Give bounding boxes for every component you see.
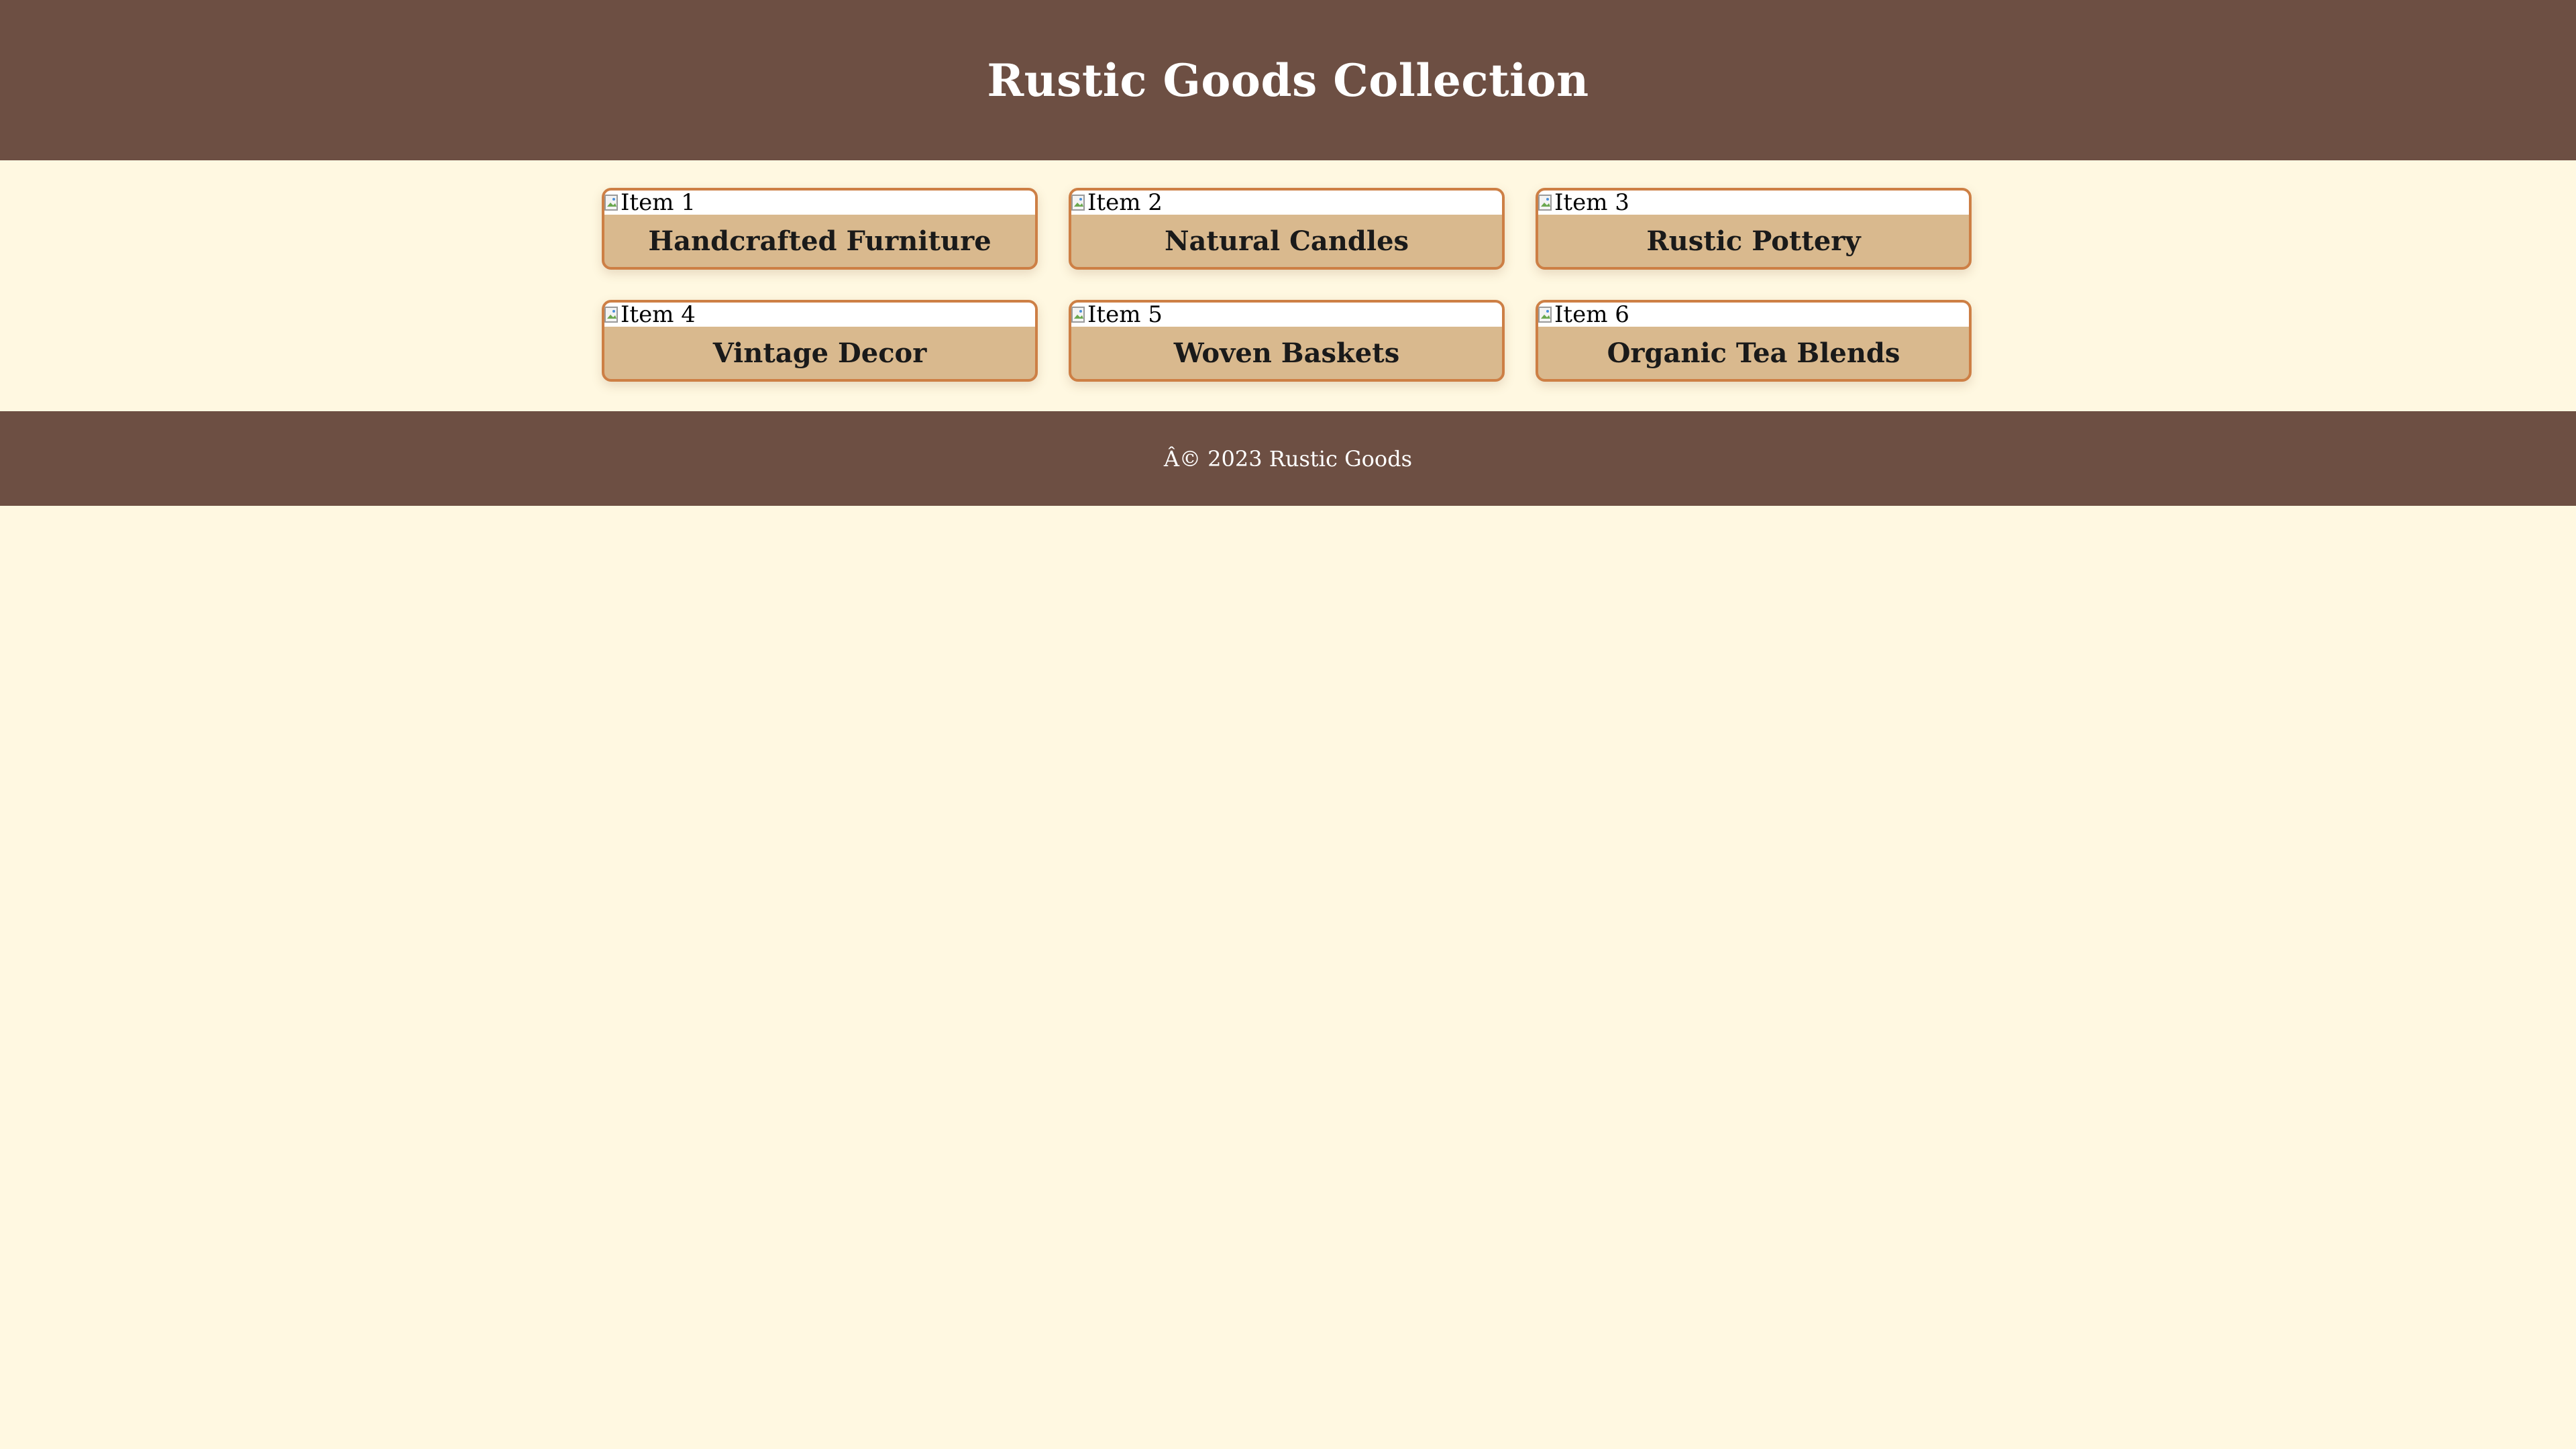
product-title: Vintage Decor [712, 337, 927, 369]
site-header: Rustic Goods Collection [0, 0, 2576, 160]
product-title: Organic Tea Blends [1607, 337, 1900, 369]
broken-image-icon [1071, 305, 1086, 324]
broken-image-icon [1538, 305, 1553, 324]
product-image: Item 4 [604, 303, 1035, 327]
product-image-alt: Item 3 [1554, 191, 1629, 215]
product-image-alt: Item 2 [1087, 191, 1163, 215]
product-image: Item 3 [1538, 191, 1969, 215]
product-title: Handcrafted Furniture [648, 225, 991, 257]
product-image: Item 2 [1071, 191, 1502, 215]
broken-image-icon [1538, 193, 1553, 212]
product-image: Item 6 [1538, 303, 1969, 327]
page-title: Rustic Goods Collection [987, 54, 1589, 107]
site-footer: Â© 2023 Rustic Goods [0, 411, 2576, 506]
product-image: Item 1 [604, 191, 1035, 215]
product-image-alt: Item 1 [621, 191, 696, 215]
product-title: Rustic Pottery [1646, 225, 1861, 257]
broken-image-icon [604, 193, 619, 212]
product-card-handcrafted-furniture[interactable]: Item 1 Handcrafted Furniture [602, 188, 1038, 270]
product-card-vintage-decor[interactable]: Item 4 Vintage Decor [602, 300, 1038, 382]
product-title: Natural Candles [1164, 225, 1409, 257]
product-title: Woven Baskets [1173, 337, 1400, 369]
product-image: Item 5 [1071, 303, 1502, 327]
product-grid: Item 1 Handcrafted Furniture Item 2 Natu… [0, 160, 2576, 411]
product-image-alt: Item 4 [621, 303, 696, 327]
product-card-rustic-pottery[interactable]: Item 3 Rustic Pottery [1536, 188, 1972, 270]
product-card-organic-tea-blends[interactable]: Item 6 Organic Tea Blends [1536, 300, 1972, 382]
product-card-natural-candles[interactable]: Item 2 Natural Candles [1069, 188, 1505, 270]
broken-image-icon [1071, 193, 1086, 212]
copyright-text: Â© 2023 Rustic Goods [1163, 445, 1413, 472]
broken-image-icon [604, 305, 619, 324]
product-card-woven-baskets[interactable]: Item 5 Woven Baskets [1069, 300, 1505, 382]
product-image-alt: Item 5 [1087, 303, 1163, 327]
product-image-alt: Item 6 [1554, 303, 1629, 327]
